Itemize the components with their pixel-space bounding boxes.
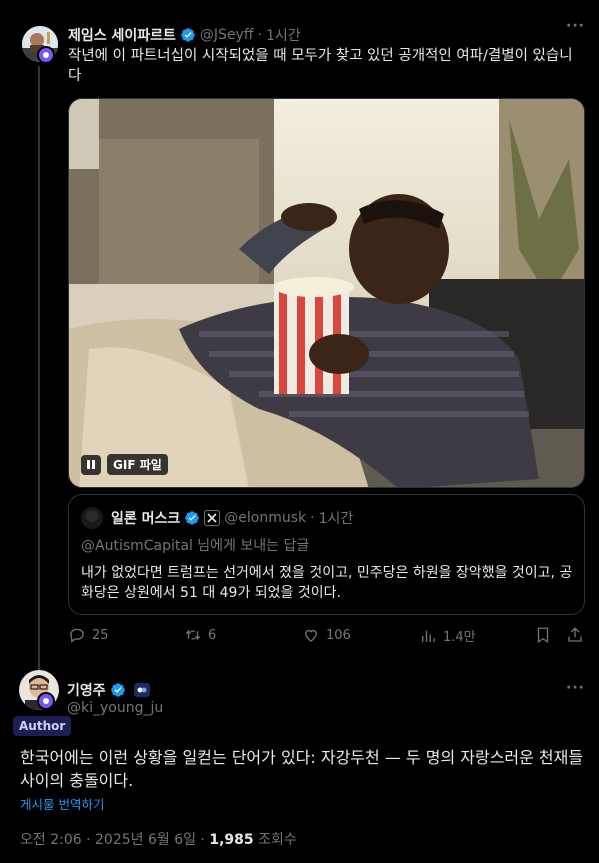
retweet-button[interactable]: 6 [184, 626, 216, 644]
original-tweet-header: 제임스 세이파르트 @JSeyff · 1시간 [68, 25, 301, 45]
quoted-author-handle[interactable]: @elonmusk [224, 510, 306, 526]
retweet-icon [185, 629, 201, 641]
quoted-tweet-header: 일론 머스크 @elonmusk · 1시간 [81, 507, 353, 529]
author-handle[interactable]: @ki_young_ju [67, 700, 163, 716]
separator: · [257, 27, 262, 43]
tweet-timestamp[interactable]: 오전 2:06 · 2025년 6월 6일 · [20, 832, 209, 848]
thread-connector-line [38, 66, 40, 670]
retweet-count: 6 [208, 627, 217, 643]
tweet-time[interactable]: 1시간 [266, 25, 301, 45]
x-affiliate-icon [204, 510, 221, 526]
gif-frame-image [69, 99, 584, 487]
like-count: 106 [326, 627, 351, 643]
more-options-icon[interactable]: ··· [566, 680, 585, 696]
reply-button[interactable]: 25 [68, 626, 109, 644]
gif-media[interactable]: GIF 파일 [68, 98, 585, 488]
share-icon [568, 627, 582, 642]
avatar-badge-icon [37, 692, 55, 710]
tweet-action-bar: 25 6 106 1.4만 [68, 626, 585, 648]
view-count: 1.4만 [443, 630, 476, 645]
translate-post-link[interactable]: 게시물 번역하기 [20, 794, 104, 813]
like-button[interactable]: 106 [302, 626, 351, 644]
quoted-author-name[interactable]: 일론 머스크 [111, 508, 180, 528]
quoted-tweet-time[interactable]: 1시간 [319, 508, 354, 528]
tweet-meta: 오전 2:06 · 2025년 6월 6일 · 1,985 조회수 [20, 829, 297, 849]
quoted-tweet[interactable]: 일론 머스크 @elonmusk · 1시간 @AutismCapital 님에… [68, 494, 585, 615]
author-name[interactable]: 제임스 세이파르트 [68, 25, 176, 45]
views-chart-icon [422, 630, 435, 642]
pause-icon[interactable] [81, 454, 101, 475]
heart-icon [305, 629, 317, 642]
verified-badge-icon [181, 28, 195, 42]
bookmark-icon [537, 627, 549, 644]
more-options-icon[interactable]: ··· [566, 18, 585, 34]
original-tweet-text: 작년에 이 파트너십이 시작되었을 때 모두가 찾고 있던 공개적인 여파/결별… [68, 48, 573, 84]
affiliate-logo-icon[interactable] [133, 683, 150, 697]
gif-label: GIF 파일 [107, 454, 168, 475]
verified-badge-icon [110, 683, 125, 697]
view-count: 1,985 [209, 832, 254, 848]
reply-count: 25 [92, 627, 109, 643]
bookmark-button[interactable] [534, 626, 552, 644]
main-tweet-author: 기영주 [67, 680, 150, 700]
avatar-badge-icon [37, 46, 55, 64]
views-button[interactable]: 1.4만 [419, 626, 476, 645]
separator: · [310, 510, 315, 526]
reply-to-label: @AutismCapital 님에게 보내는 답글 [81, 538, 310, 554]
views-label: 조회수 [253, 832, 297, 848]
reply-icon [70, 628, 84, 643]
quoted-tweet-text: 내가 없었다면 트럼프는 선거에서 졌을 것이고, 민주당은 하원을 장악했을 … [81, 565, 573, 601]
gif-controls: GIF 파일 [81, 454, 168, 475]
author-badge: Author [13, 716, 72, 736]
verified-badge-icon [185, 511, 200, 525]
avatar-elonmusk[interactable] [81, 507, 103, 529]
main-tweet-text: 한국어에는 이런 상황을 일컫는 단어가 있다: 자강두천 — 두 명의 자랑스… [20, 748, 584, 790]
author-name[interactable]: 기영주 [67, 680, 106, 700]
avatar-image-elonmusk [81, 507, 103, 529]
author-handle[interactable]: @JSeyff [200, 27, 254, 43]
share-button[interactable] [566, 626, 584, 644]
